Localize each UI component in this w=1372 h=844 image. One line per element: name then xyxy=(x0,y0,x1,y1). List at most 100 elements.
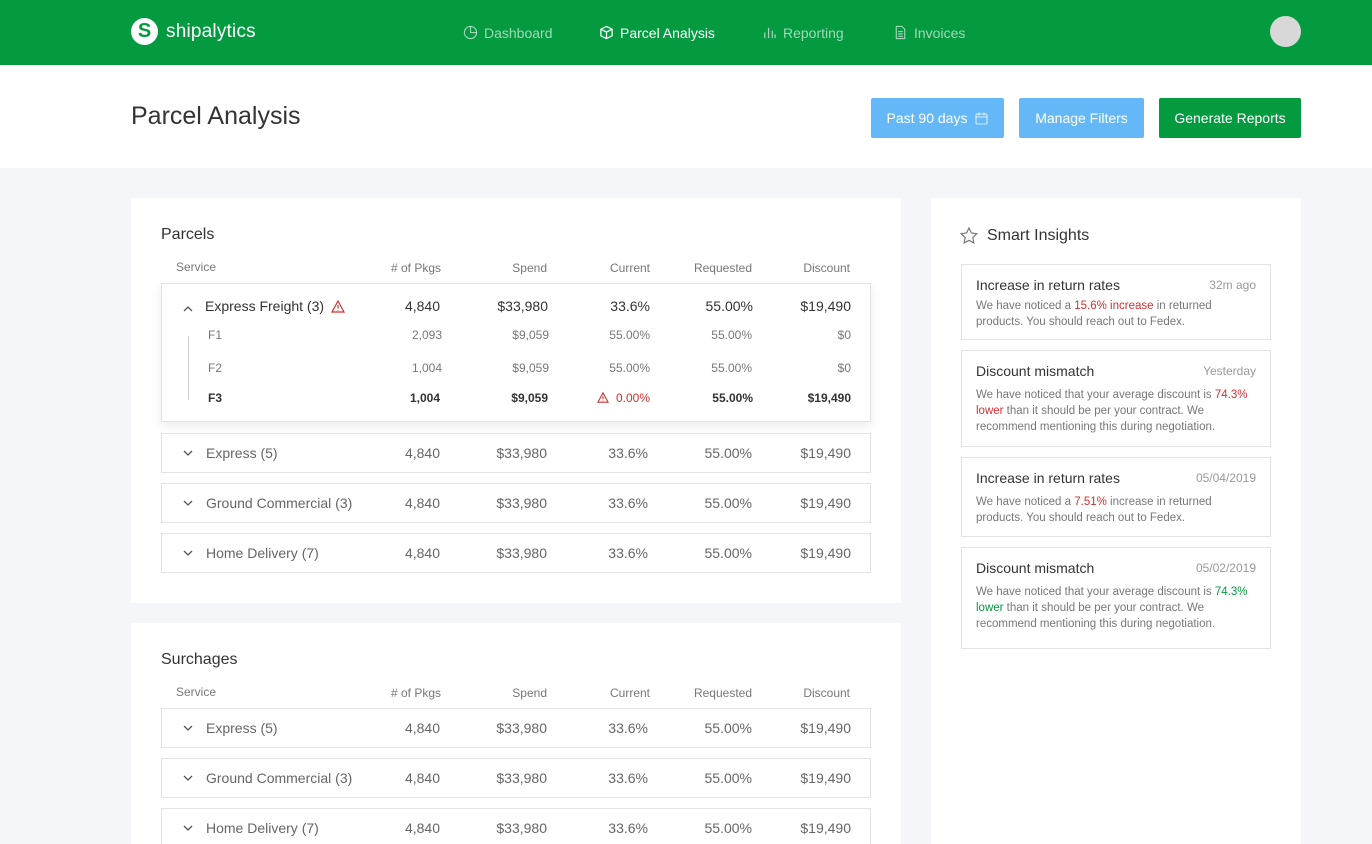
col-spend: Spend xyxy=(512,686,547,700)
manage-filters-label: Manage Filters xyxy=(1035,110,1128,126)
discount-value: $19,490 xyxy=(800,298,851,314)
current-value: 33.6% xyxy=(608,720,648,736)
service-name: Express (5) xyxy=(206,445,278,461)
pkgs-value: 4,840 xyxy=(404,820,440,836)
chevron-down-icon[interactable] xyxy=(182,447,194,459)
service-name: Home Delivery (7) xyxy=(206,820,319,836)
nav-reporting[interactable]: Reporting xyxy=(762,0,844,65)
pkgs-value: 4,840 xyxy=(404,770,440,786)
discount-value: $19,490 xyxy=(800,445,851,461)
chevron-down-icon[interactable] xyxy=(182,722,194,734)
col-current: Current xyxy=(609,686,650,700)
col-service: Service xyxy=(176,685,217,699)
app-logo[interactable]: S shipalytics xyxy=(131,18,256,45)
insight-title: Increase in return rates xyxy=(976,277,1120,293)
table-row[interactable]: Ground Commercial (3) 4,840 $33,980 33.6… xyxy=(161,483,871,523)
chevron-down-icon[interactable] xyxy=(182,772,194,784)
pkgs-value: 4,840 xyxy=(404,720,440,736)
insight-title: Discount mismatch xyxy=(976,560,1095,576)
sub-requested: 55.00% xyxy=(712,391,753,405)
nav-label: Reporting xyxy=(783,24,844,41)
table-row[interactable]: Express (5) 4,840 $33,980 33.6% 55.00% $… xyxy=(161,433,871,473)
current-value: 33.6% xyxy=(608,445,648,461)
insight-card[interactable]: Discount mismatch Yesterday We have noti… xyxy=(961,350,1271,447)
nav-parcel-analysis[interactable]: Parcel Analysis xyxy=(599,0,715,65)
col-requested: Requested xyxy=(693,686,752,700)
manage-filters-button[interactable]: Manage Filters xyxy=(1019,98,1144,138)
table-row[interactable]: Ground Commercial (3) 4,840 $33,980 33.6… xyxy=(161,758,871,798)
nav-dashboard[interactable]: Dashboard xyxy=(463,0,553,65)
sub-spend: $9,059 xyxy=(511,391,548,405)
top-navbar: S shipalytics Dashboard Parcel Analysis … xyxy=(0,0,1372,65)
discount-value: $19,490 xyxy=(800,545,851,561)
insight-card[interactable]: Discount mismatch 05/02/2019 We have not… xyxy=(961,547,1271,649)
spend-value: $33,980 xyxy=(496,495,547,511)
sub-row: F2 1,004 $9,059 55.00% 55.00% $0 xyxy=(162,361,870,381)
parcels-card: Parcels Service # of Pkgs Spend Current … xyxy=(131,198,901,603)
requested-value: 55.00% xyxy=(704,545,752,561)
sub-pkgs: 1,004 xyxy=(409,391,440,405)
nav-invoices[interactable]: Invoices xyxy=(893,0,965,65)
pkgs-value: 4,840 xyxy=(404,298,440,314)
requested-value: 55.00% xyxy=(704,445,752,461)
parcels-title: Parcels xyxy=(161,226,215,243)
sub-pkgs: 1,004 xyxy=(411,361,442,375)
table-row[interactable]: Home Delivery (7) 4,840 $33,980 33.6% 55… xyxy=(161,533,871,573)
chevron-up-icon[interactable] xyxy=(182,303,194,315)
requested-value: 55.00% xyxy=(704,770,752,786)
sub-spend: $9,059 xyxy=(512,361,549,375)
insight-time: 32m ago xyxy=(1209,278,1256,292)
col-requested: Requested xyxy=(693,261,752,275)
surcharges-card: Surchages Service # of Pkgs Spend Curren… xyxy=(131,623,901,844)
sub-current: 55.00% xyxy=(609,328,650,342)
sub-name: F2 xyxy=(208,361,223,375)
date-range-label: Past 90 days xyxy=(886,110,968,126)
col-spend: Spend xyxy=(512,261,547,275)
sub-name: F3 xyxy=(208,391,223,405)
service-name: Express (5) xyxy=(206,720,278,736)
pkgs-value: 4,840 xyxy=(404,495,440,511)
chevron-down-icon[interactable] xyxy=(182,497,194,509)
current-value: 33.6% xyxy=(608,495,648,511)
requested-value: 55.00% xyxy=(705,298,753,314)
sub-row: F3 1,004 $9,059 0.00% 55.00% $19,490 xyxy=(162,391,870,411)
sub-discount: $19,490 xyxy=(807,391,851,405)
spend-value: $33,980 xyxy=(496,770,547,786)
service-name: Express Freight (3) xyxy=(205,298,325,314)
sub-spend: $9,059 xyxy=(512,328,549,342)
nav-label: Parcel Analysis xyxy=(620,24,715,41)
page-header: Parcel Analysis Past 90 days Manage Filt… xyxy=(0,65,1372,168)
current-value: 33.6% xyxy=(610,298,650,314)
sub-current: 0.00% xyxy=(615,391,650,405)
date-range-button[interactable]: Past 90 days xyxy=(871,98,1004,138)
sub-requested: 55.00% xyxy=(711,328,752,342)
insight-highlight: 15.6% increase xyxy=(1074,300,1154,312)
discount-value: $19,490 xyxy=(800,495,851,511)
service-name: Home Delivery (7) xyxy=(206,545,319,561)
insight-highlight: 7.51% xyxy=(1074,496,1107,508)
chevron-down-icon[interactable] xyxy=(182,822,194,834)
bar-chart-icon xyxy=(764,27,776,39)
insight-card[interactable]: Increase in return rates 32m ago We have… xyxy=(961,264,1271,340)
spend-value: $33,980 xyxy=(496,445,547,461)
table-row[interactable]: Express (5) 4,840 $33,980 33.6% 55.00% $… xyxy=(161,708,871,748)
generate-reports-label: Generate Reports xyxy=(1174,110,1286,126)
pkgs-value: 4,840 xyxy=(404,545,440,561)
user-avatar[interactable] xyxy=(1270,16,1301,47)
insights-title: Smart Insights xyxy=(987,227,1090,244)
insight-time: Yesterday xyxy=(1203,364,1256,378)
sub-current: 55.00% xyxy=(609,361,650,375)
chevron-down-icon[interactable] xyxy=(182,547,194,559)
table-row[interactable]: Home Delivery (7) 4,840 $33,980 33.6% 55… xyxy=(161,808,871,844)
insight-card[interactable]: Increase in return rates 05/04/2019 We h… xyxy=(961,457,1271,537)
generate-reports-button[interactable]: Generate Reports xyxy=(1159,98,1301,138)
discount-value: $19,490 xyxy=(800,820,851,836)
star-icon xyxy=(960,227,978,244)
spend-value: $33,980 xyxy=(497,298,548,314)
document-icon xyxy=(895,25,906,40)
sub-discount: $0 xyxy=(837,328,851,342)
col-pkgs: # of Pkgs xyxy=(390,261,441,275)
nav-label: Dashboard xyxy=(484,24,553,41)
spend-value: $33,980 xyxy=(496,545,547,561)
insight-body: We have noticed a 15.6% increase in retu… xyxy=(976,300,1212,328)
